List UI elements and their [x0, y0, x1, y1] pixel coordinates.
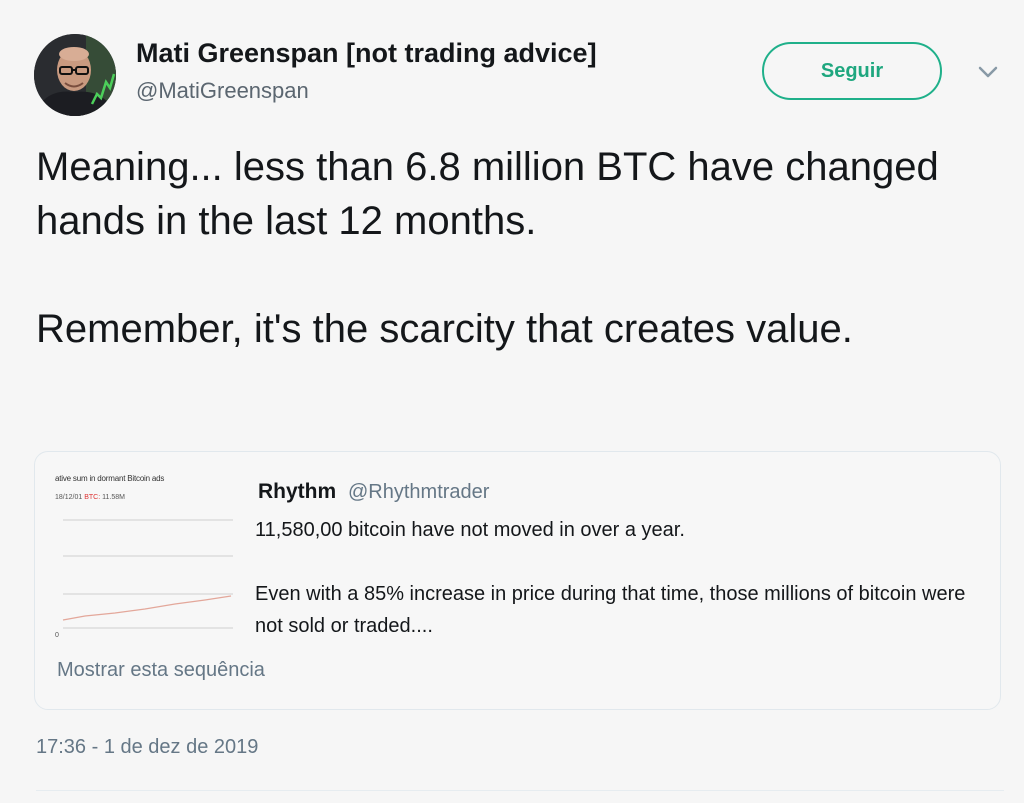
- tweet-paragraph: Remember, it's the scarcity that creates…: [36, 307, 853, 351]
- thumbnail-date: 18/12/01: [55, 494, 83, 501]
- author-display-name[interactable]: Mati Greenspan [not trading advice]: [136, 38, 597, 69]
- thumbnail-subtitle: 18/12/01 BTC: 11.58M: [55, 494, 125, 501]
- quoted-author-handle[interactable]: @Rhythmtrader: [348, 481, 489, 504]
- chevron-down-icon[interactable]: [975, 62, 1001, 82]
- quoted-paragraph: 11,580,00 bitcoin have not moved in over…: [255, 519, 685, 541]
- quoted-author-name[interactable]: Rhythm: [258, 480, 336, 504]
- user-avatar-icon: [34, 34, 116, 116]
- follow-button[interactable]: Seguir: [762, 42, 942, 100]
- thumbnail-series-value: 11.58M: [102, 494, 125, 501]
- author-avatar[interactable]: [34, 34, 116, 116]
- thumbnail-axis-tick: 0: [55, 632, 59, 639]
- divider: [36, 790, 1004, 791]
- tweet-paragraph: Meaning... less than 6.8 million BTC hav…: [36, 145, 939, 243]
- quoted-tweet-text: 11,580,00 bitcoin have not moved in over…: [255, 514, 985, 642]
- thumbnail-title: ative sum in dormant Bitcoin ads: [55, 474, 165, 483]
- quoted-tweet-thumbnail[interactable]: ative sum in dormant Bitcoin ads 18/12/0…: [55, 472, 235, 650]
- quoted-paragraph: Even with a 85% increase in price during…: [255, 583, 966, 637]
- tweet-text: Meaning... less than 6.8 million BTC hav…: [36, 140, 996, 356]
- tweet-timestamp[interactable]: 17:36 - 1 de dez de 2019: [36, 736, 258, 759]
- author-handle[interactable]: @MatiGreenspan: [136, 78, 309, 104]
- thumbnail-series-label: BTC:: [84, 494, 101, 501]
- quoted-tweet-card[interactable]: ative sum in dormant Bitcoin ads 18/12/0…: [34, 451, 1001, 710]
- show-thread-link[interactable]: Mostrar esta sequência: [57, 659, 265, 682]
